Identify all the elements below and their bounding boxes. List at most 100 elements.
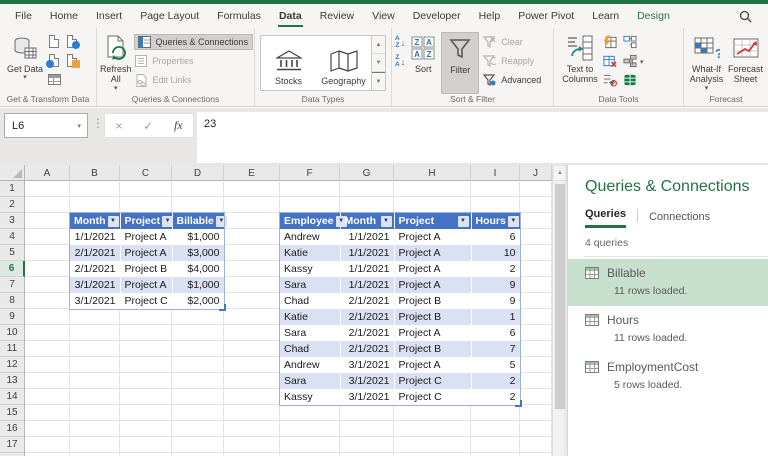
menu-tab[interactable]: File [6, 4, 41, 28]
project-cell[interactable]: Project A [394, 245, 472, 261]
row-header[interactable]: 9 [0, 309, 24, 325]
month-cell[interactable]: 3/1/2021 [340, 357, 395, 373]
formula-bar-drag-handle[interactable]: ⋮ [92, 116, 104, 130]
employee-cell[interactable]: Chad [280, 341, 341, 357]
gallery-up-icon[interactable]: ▲ [372, 36, 385, 54]
row-header[interactable]: 8 [0, 293, 24, 309]
formula-input[interactable]: 23 [197, 112, 768, 163]
month-cell[interactable]: 2/1/2021 [70, 245, 121, 261]
sort-button[interactable]: Z A A Z Sort [405, 32, 441, 74]
month-cell[interactable]: 3/1/2021 [340, 373, 395, 389]
name-box-caret-icon[interactable]: ▾ [77, 122, 87, 130]
month-cell[interactable]: 1/1/2021 [340, 229, 395, 245]
hours-cell[interactable]: 2 [471, 261, 521, 277]
column-header[interactable]: F [280, 165, 340, 181]
hours-cell[interactable]: 9 [471, 293, 521, 309]
project-cell[interactable]: Project A [120, 245, 173, 261]
hours-cell[interactable]: 1 [471, 309, 521, 325]
filter-dropdown-icon[interactable]: ▼ [507, 215, 519, 227]
relationships-icon[interactable] [623, 54, 637, 68]
flash-fill-icon[interactable] [603, 35, 617, 49]
month-cell[interactable]: 2/1/2021 [340, 293, 395, 309]
menu-tab[interactable]: Page Layout [131, 4, 208, 28]
month-cell[interactable]: 2/1/2021 [340, 341, 395, 357]
hours-header-cell[interactable]: Month ▼ [340, 213, 395, 229]
column-header[interactable]: H [394, 165, 471, 181]
worksheet-grid[interactable]: A B C D E F G H I J 1 2 3 4 5 6 7 8 9 10… [0, 165, 552, 456]
month-cell[interactable]: 2/1/2021 [340, 309, 395, 325]
row-header[interactable]: 11 [0, 341, 24, 357]
select-all-corner[interactable] [0, 165, 25, 181]
from-web-icon[interactable] [46, 53, 61, 68]
existing-connections-icon[interactable] [65, 53, 80, 68]
row-header[interactable]: 10 [0, 325, 24, 341]
month-cell[interactable]: 3/1/2021 [70, 293, 121, 309]
row-header[interactable]: 16 [0, 421, 24, 437]
advanced-filter-button[interactable]: Advanced [482, 72, 541, 88]
employee-cell[interactable]: Katie [280, 309, 341, 325]
row-header[interactable]: 3 [0, 213, 24, 229]
menu-tab[interactable]: View [363, 4, 404, 28]
menu-tab[interactable]: Home [41, 4, 87, 28]
project-cell[interactable]: Project C [120, 293, 173, 309]
filter-dropdown-icon[interactable]: ▼ [162, 215, 174, 227]
tab-queries[interactable]: Queries [585, 208, 626, 228]
employee-cell[interactable]: Sara [280, 277, 341, 293]
project-cell[interactable]: Project B [394, 309, 472, 325]
menu-tab[interactable]: Insert [87, 4, 131, 28]
billable-header-cell[interactable]: Month ▼ [70, 213, 121, 229]
column-header[interactable]: E [224, 165, 280, 181]
hours-cell[interactable]: 2 [471, 373, 521, 389]
project-cell[interactable]: Project A [394, 229, 472, 245]
hours-cell[interactable]: 2 [471, 389, 521, 405]
project-cell[interactable]: Project A [394, 277, 472, 293]
manage-data-model-icon[interactable] [623, 73, 637, 87]
row-header[interactable]: 5 [0, 245, 24, 261]
remove-duplicates-icon[interactable] [603, 54, 617, 68]
data-validation-icon[interactable] [603, 73, 617, 87]
row-header[interactable]: 14 [0, 389, 24, 405]
row-header[interactable]: 4 [0, 229, 24, 245]
hours-cell[interactable]: 9 [471, 277, 521, 293]
billable-cell[interactable]: $2,000 [172, 293, 225, 309]
billable-header-cell[interactable]: Billable ▼ [172, 213, 227, 229]
menu-tab[interactable]: Help [470, 4, 510, 28]
employee-cell[interactable]: Sara [280, 373, 341, 389]
geography-button[interactable]: Geography [316, 36, 371, 90]
from-text-csv-icon[interactable] [47, 34, 61, 48]
month-cell[interactable]: 2/1/2021 [70, 261, 121, 277]
billable-cell[interactable]: $1,000 [172, 277, 225, 293]
query-list-item[interactable]: Hours 11 rows loaded. [568, 306, 768, 353]
billable-cell[interactable]: $3,000 [172, 245, 225, 261]
row-header[interactable]: 17 [0, 437, 24, 453]
month-cell[interactable]: 3/1/2021 [340, 389, 395, 405]
project-cell[interactable]: Project C [394, 389, 472, 405]
what-if-analysis-button[interactable]: ? What-If Analysis ▾ [687, 32, 726, 93]
hours-cell[interactable]: 10 [471, 245, 521, 261]
employee-cell[interactable]: Sara [280, 325, 341, 341]
forecast-sheet-button[interactable]: Forecast Sheet [726, 32, 765, 85]
sort-descending-button[interactable]: ZA ↓ [395, 54, 405, 68]
enter-button[interactable]: ✓ [143, 119, 153, 133]
recent-sources-icon[interactable] [65, 34, 80, 49]
menu-tab[interactable]: Power Pivot [509, 4, 583, 28]
project-cell[interactable]: Project B [394, 293, 472, 309]
menu-tab[interactable]: Formulas [208, 4, 270, 28]
row-header[interactable]: 15 [0, 405, 24, 421]
column-header[interactable]: J [520, 165, 552, 181]
column-header[interactable]: B [70, 165, 120, 181]
column-header[interactable]: I [471, 165, 520, 181]
billable-cell[interactable]: $4,000 [172, 261, 225, 277]
hours-cell[interactable]: 5 [471, 357, 521, 373]
month-cell[interactable]: 1/1/2021 [70, 229, 121, 245]
row-header[interactable]: 12 [0, 357, 24, 373]
from-table-range-icon[interactable] [47, 72, 61, 86]
scroll-up-icon[interactable]: ▲ [553, 165, 567, 181]
project-cell[interactable]: Project A [120, 229, 173, 245]
employee-cell[interactable]: Chad [280, 293, 341, 309]
billable-cell[interactable]: $1,000 [172, 229, 225, 245]
query-list-item[interactable]: Billable 11 rows loaded. [568, 259, 768, 306]
hours-header-cell[interactable]: Project ▼ [394, 213, 472, 229]
column-header[interactable]: G [340, 165, 394, 181]
text-to-columns-button[interactable]: Text to Columns [557, 32, 603, 85]
